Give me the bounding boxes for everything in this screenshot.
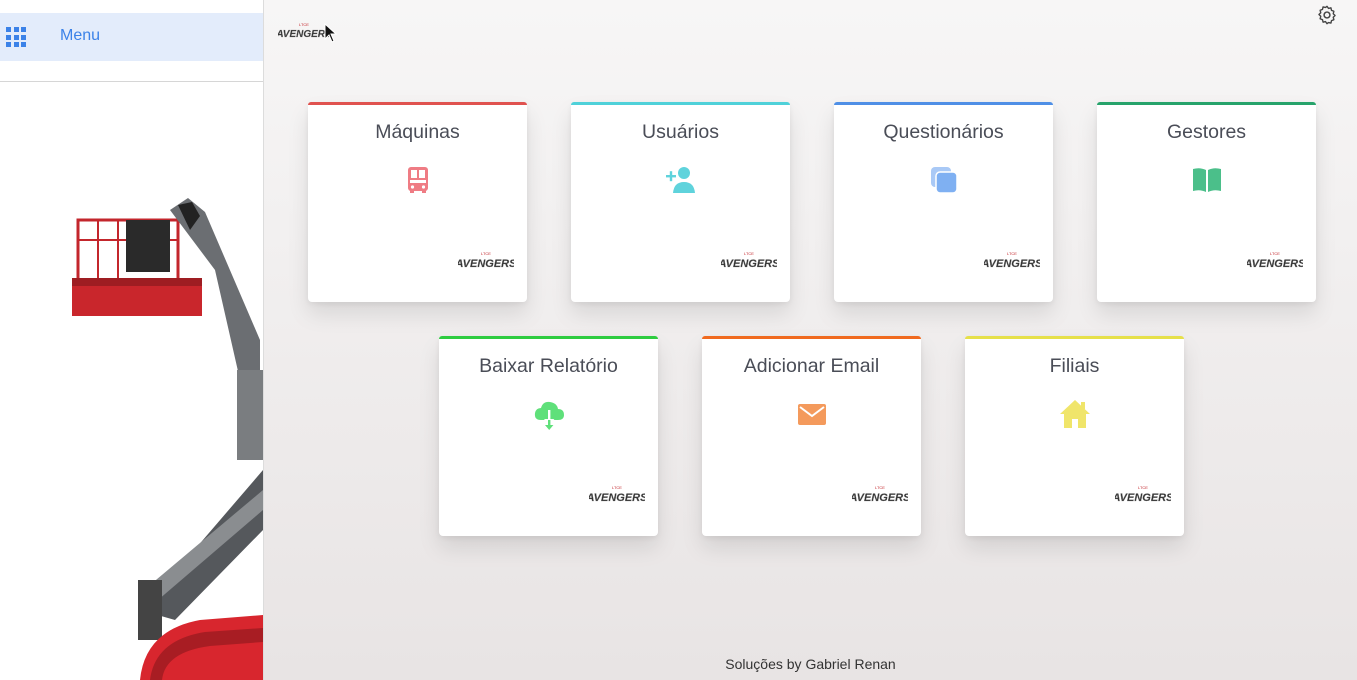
card-accent-bar (834, 102, 1053, 105)
card-adicionar-email[interactable]: Adicionar Email LTCE AVENGERS (702, 336, 921, 536)
svg-text:AVENGERS: AVENGERS (589, 492, 645, 504)
svg-text:AVENGERS: AVENGERS (458, 258, 514, 270)
svg-text:LTCE: LTCE (875, 485, 885, 490)
svg-text:LTCE: LTCE (481, 251, 491, 256)
svg-text:AVENGERS: AVENGERS (984, 258, 1040, 270)
card-accent-bar (965, 336, 1184, 339)
card-title: Filiais (1049, 355, 1100, 377)
card-filiais[interactable]: Filiais LTCE AVENGERS (965, 336, 1184, 536)
svg-text:AVENGERS: AVENGERS (852, 492, 908, 504)
avengers-logo[interactable]: LTCE AVENGERS (278, 20, 330, 42)
svg-text:LTCE: LTCE (299, 22, 309, 27)
copy-icon (931, 167, 958, 194)
cloud-download-icon (534, 401, 564, 430)
svg-text:LTCE: LTCE (612, 485, 622, 490)
home-icon (1060, 400, 1090, 428)
menu-button[interactable]: Menu (0, 13, 263, 61)
avengers-logo: LTCE AVENGERS (458, 251, 514, 270)
svg-text:AVENGERS: AVENGERS (721, 258, 777, 270)
card-gestores[interactable]: Gestores LTCE AVENGERS (1097, 102, 1316, 302)
card-accent-bar (1097, 102, 1316, 105)
apps-grid-icon (6, 27, 26, 47)
add-user-icon (666, 167, 695, 193)
sidebar: Menu (0, 0, 264, 680)
avengers-logo: LTCE AVENGERS (1247, 251, 1303, 270)
card-questionarios[interactable]: Questionários LTCE AVENGERS (834, 102, 1053, 302)
avengers-logo: LTCE AVENGERS (1115, 485, 1171, 504)
book-icon (1193, 168, 1221, 192)
mouse-cursor-icon (324, 23, 338, 43)
card-title: Gestores (1166, 121, 1247, 143)
svg-text:AVENGERS: AVENGERS (1115, 492, 1171, 504)
card-maquinas[interactable]: Máquinas LTCE AVENGERS (308, 102, 527, 302)
footer-credits: Soluções by Gabriel Renan (725, 656, 896, 672)
svg-text:AVENGERS: AVENGERS (1247, 258, 1303, 270)
avengers-logo: LTCE AVENGERS (589, 485, 645, 504)
card-title: Máquinas (375, 121, 460, 143)
avengers-logo: LTCE AVENGERS (721, 251, 777, 270)
card-title: Adicionar Email (743, 355, 880, 377)
card-usuarios[interactable]: Usuários LTCE AVENGERS (571, 102, 790, 302)
boom-lift-image (72, 198, 263, 680)
main-content: LTCE AVENGERS Máquinas LTCE AVENGERS Usu… (264, 0, 1357, 680)
svg-text:LTCE: LTCE (1270, 251, 1280, 256)
card-accent-bar (571, 102, 790, 105)
envelope-icon (798, 404, 826, 425)
svg-text:LTCE: LTCE (1007, 251, 1017, 256)
card-accent-bar (308, 102, 527, 105)
card-title: Questionários (883, 121, 1004, 143)
card-title: Usuários (642, 121, 719, 143)
menu-label: Menu (60, 27, 101, 44)
svg-text:AVENGERS: AVENGERS (278, 29, 330, 40)
avengers-logo: LTCE AVENGERS (984, 251, 1040, 270)
card-title: Baixar Relatório (479, 355, 618, 377)
card-baixar-relatorio[interactable]: Baixar Relatório LTCE AVENGERS (439, 336, 658, 536)
settings-gear-icon[interactable] (1316, 4, 1338, 26)
divider (0, 81, 263, 82)
svg-text:LTCE: LTCE (744, 251, 754, 256)
avengers-logo: LTCE AVENGERS (852, 485, 908, 504)
card-accent-bar (439, 336, 658, 339)
svg-text:LTCE: LTCE (1138, 485, 1148, 490)
bus-icon (408, 167, 428, 193)
card-accent-bar (702, 336, 921, 339)
